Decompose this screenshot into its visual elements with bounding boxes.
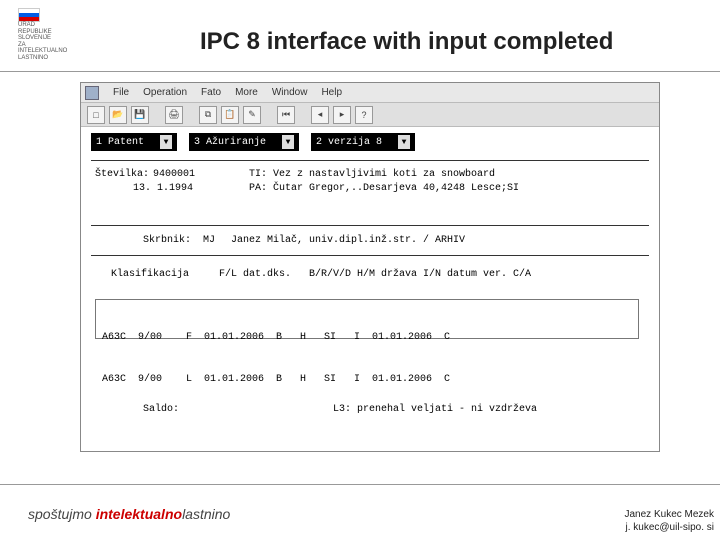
combo-mode[interactable]: 3 Ažuriranje ▼ [189,133,299,151]
slovenia-flag-icon [18,8,40,22]
table-row: A63C 9/00 F 01.01.2006 B H SI I 01.01.20… [102,331,632,345]
menu-file[interactable]: File [113,87,129,98]
combo-mode-label: 3 Ažuriranje [194,137,266,148]
nav-first-icon[interactable]: ⏮ [277,106,295,124]
print-icon[interactable]: 🖨 [165,106,183,124]
datum-value: 13. 1.1994 [133,183,193,194]
pa-label: PA: [249,183,267,194]
divider [91,225,649,226]
footer-logo: spoštujmo intelektualnolastnino [28,506,230,522]
stevilka-label: Številka: [95,169,149,180]
l3-value: prenehal veljati - ni vzdrževa [357,404,537,415]
klasifikacija-header: F/L dat.dks. B/R/V/D H/M država I/N datu… [219,269,531,280]
nav-left-icon[interactable]: ◂ [311,106,329,124]
menu-operation[interactable]: Operation [143,87,187,98]
menu-help[interactable]: Help [321,87,342,98]
open-icon[interactable]: 📂 [109,106,127,124]
ti-label: TI: [249,169,267,180]
slide-footer: spoštujmo intelektualnolastnino Janez Ku… [0,484,720,540]
slide-header: URAD REPUBLIKE SLOVENIJE ZA INTELEKTUALN… [0,0,720,72]
table-row: A63C 9/00 L 01.01.2006 B H SI I 01.01.20… [102,373,632,387]
combo-type[interactable]: 1 Patent ▼ [91,133,177,151]
ti-value: Vez z nastavljivimi koti za snowboard [273,169,495,180]
divider [91,255,649,256]
skrbnik-value: Janez Milač, univ.dipl.inž.str. / ARHIV [231,235,465,246]
combo-version[interactable]: 2 verzija 8 ▼ [311,133,415,151]
author-name: Janez Kukec Mezek [625,508,715,521]
chevron-down-icon[interactable]: ▼ [398,135,410,149]
footer-author: Janez Kukec Mezek j. kukec@uil-sipo. si [625,508,715,534]
copy-icon[interactable]: ⧉ [199,106,217,124]
footer-logo-left: spoštujmo [28,506,92,522]
toolbar: □ 📂 💾 🖨 ⧉ 📋 ✎ ⏮ ◂ ▸ ? [81,103,659,127]
paste-icon[interactable]: 📋 [221,106,239,124]
menu-more[interactable]: More [235,87,258,98]
new-icon[interactable]: □ [87,106,105,124]
app-system-icon[interactable] [85,86,99,100]
footer-logo-right: lastnino [182,506,230,522]
gov-logo: URAD REPUBLIKE SLOVENIJE ZA INTELEKTUALN… [18,8,88,48]
form-area: 1 Patent ▼ 3 Ažuriranje ▼ 2 verzija 8 ▼ … [81,127,659,451]
nav-right-icon[interactable]: ▸ [333,106,351,124]
chevron-down-icon[interactable]: ▼ [282,135,294,149]
saldo-label: Saldo: [143,404,179,415]
classification-rows: A63C 9/00 F 01.01.2006 B H SI I 01.01.20… [95,299,639,339]
divider [91,160,649,161]
l3-label: L3: [333,404,351,415]
pa-value: Čutar Gregor,..Desarjeva 40,4248 Lesce;S… [273,183,519,194]
page-title: IPC 8 interface with input completed [200,28,613,56]
stevilka-value: 9400001 [153,169,195,180]
menu-fato[interactable]: Fato [201,87,221,98]
skrbnik-label: Skrbnik: [143,235,191,246]
footer-logo-mid: intelektualno [96,506,182,522]
chevron-down-icon[interactable]: ▼ [160,135,172,149]
combo-type-label: 1 Patent [96,137,144,148]
gov-logo-text: URAD REPUBLIKE SLOVENIJE ZA INTELEKTUALN… [18,22,67,62]
save-icon[interactable]: 💾 [131,106,149,124]
menubar: File Operation Fato More Window Help [81,83,659,103]
menu-window[interactable]: Window [272,87,308,98]
skrbnik-code: MJ [203,235,215,246]
author-email: j. kukec@uil-sipo. si [625,521,715,534]
klasifikacija-label: Klasifikacija [111,269,189,280]
help-icon[interactable]: ? [355,106,373,124]
text-icon[interactable]: ✎ [243,106,261,124]
ipc8-app-window: File Operation Fato More Window Help □ 📂… [80,82,660,452]
combo-version-label: 2 verzija 8 [316,137,382,148]
